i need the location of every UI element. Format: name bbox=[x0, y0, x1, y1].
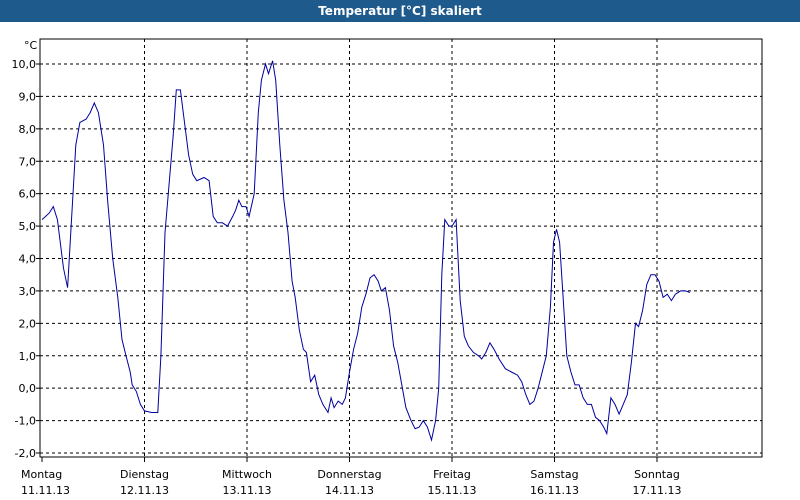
x-tick-date-label: 16.11.13 bbox=[530, 484, 579, 497]
x-tick-date-label: 13.11.13 bbox=[223, 484, 272, 497]
x-tick-date-label: 17.11.13 bbox=[633, 484, 682, 497]
chart-title: Temperatur [°C] skaliert bbox=[318, 4, 482, 18]
x-tick-date-label: 15.11.13 bbox=[428, 484, 477, 497]
y-tick-label: 2,0 bbox=[19, 317, 37, 330]
x-tick-day-label: Mittwoch bbox=[222, 468, 272, 481]
y-tick-label: -1,0 bbox=[15, 415, 36, 428]
x-tick-day-label: Dienstag bbox=[120, 468, 169, 481]
x-tick-date-label: 11.11.13 bbox=[21, 484, 70, 497]
chart-title-bar: Temperatur [°C] skaliert bbox=[0, 0, 800, 22]
plot-area-border bbox=[39, 38, 763, 458]
y-tick-label: 0,0 bbox=[19, 382, 37, 395]
y-tick-label: 1,0 bbox=[19, 350, 37, 363]
x-tick-date-label: 14.11.13 bbox=[325, 484, 374, 497]
x-axis-ticks: Montag 11.11.13 Dienstag 12.11.13 Mittwoch 13… bbox=[21, 457, 681, 497]
y-tick-label: 4,0 bbox=[19, 253, 37, 266]
y-tick-label: 9,0 bbox=[19, 90, 37, 103]
y-tick-label: 10,0 bbox=[12, 58, 37, 71]
y-tick-label: 8,0 bbox=[19, 123, 37, 136]
x-tick-day-label: Freitag bbox=[433, 468, 471, 481]
x-tick-day-label: Sonntag bbox=[634, 468, 680, 481]
y-tick-label: 7,0 bbox=[19, 155, 37, 168]
temperature-chart: 10,0 9,0 8,0 7,0 6,0 5,0 4,0 3,0 2,0 1,0 0,0 -1,0 -2… bbox=[12, 38, 763, 497]
x-tick-day-label: Montag bbox=[21, 468, 62, 481]
y-axis-ticks: 10,0 9,0 8,0 7,0 6,0 5,0 4,0 3,0 2,0 1,0 0,0 -1,0 -2… bbox=[12, 58, 40, 460]
y-tick-label: 6,0 bbox=[19, 188, 37, 201]
x-tick-date-label: 12.11.13 bbox=[120, 484, 169, 497]
y-axis-unit: °C bbox=[24, 39, 38, 52]
x-tick-day-label: Donnerstag bbox=[317, 468, 381, 481]
y-tick-label: 3,0 bbox=[19, 285, 37, 298]
y-tick-label: 5,0 bbox=[19, 220, 37, 233]
y-tick-label: -2,0 bbox=[15, 447, 36, 460]
x-tick-day-label: Samstag bbox=[530, 468, 578, 481]
